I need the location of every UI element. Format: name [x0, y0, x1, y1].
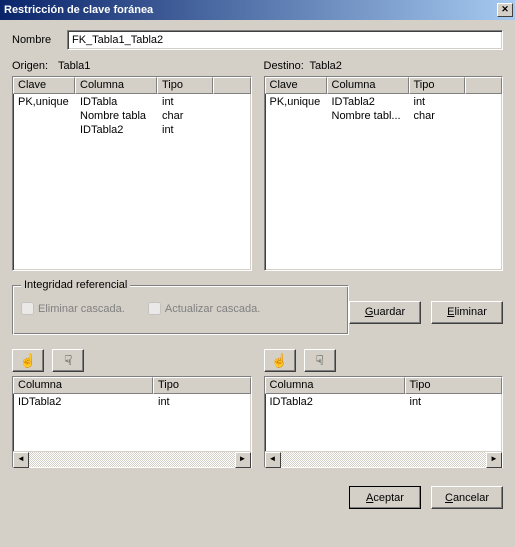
dest-selected-listview[interactable]: Columna Tipo IDTabla2 int ◄ ►: [264, 376, 504, 468]
h-scrollbar[interactable]: ◄ ►: [265, 451, 503, 467]
col-clave[interactable]: Clave: [265, 77, 327, 94]
delete-cascade-checkbox: Eliminar cascada.: [21, 302, 125, 315]
dest-panel: Destino: Tabla2 Clave Columna Tipo PK,un…: [264, 60, 504, 271]
add-origin-column-button[interactable]: ☝: [12, 349, 44, 372]
scroll-right-button[interactable]: ►: [486, 452, 502, 468]
name-row: Nombre: [12, 30, 503, 50]
hand-down-icon: ☟: [315, 353, 323, 369]
scroll-left-button[interactable]: ◄: [13, 452, 29, 468]
save-button[interactable]: Guardar: [349, 301, 421, 324]
dest-value: Tabla2: [310, 60, 342, 72]
add-dest-column-button[interactable]: ☝: [264, 349, 296, 372]
scroll-track[interactable]: [29, 452, 235, 467]
name-input[interactable]: [67, 30, 503, 50]
col-tipo[interactable]: Tipo: [157, 77, 213, 94]
integrity-groupbox: Integridad referencial Eliminar cascada.…: [12, 285, 349, 335]
col-tipo[interactable]: Tipo: [153, 377, 251, 394]
integrity-legend: Integridad referencial: [21, 279, 130, 291]
dialog-footer: Aceptar Cancelar: [0, 476, 515, 519]
update-cascade-checkbox: Actualizar cascada.: [148, 302, 260, 315]
window-title: Restricción de clave foránea: [4, 4, 497, 16]
dialog-body: Nombre Origen: Tabla1 Clave Columna Tipo…: [0, 20, 515, 476]
hand-point-icon: ☝: [20, 353, 37, 369]
col-columna[interactable]: Columna: [265, 377, 405, 394]
col-columna[interactable]: Columna: [75, 77, 157, 94]
delete-button[interactable]: Eliminar: [431, 301, 503, 324]
col-tipo[interactable]: Tipo: [405, 377, 503, 394]
hand-point-icon: ☝: [271, 353, 288, 369]
title-bar: Restricción de clave foránea ✕: [0, 0, 515, 20]
dest-listview[interactable]: Clave Columna Tipo PK,unique IDTabla2 in…: [264, 76, 504, 271]
dest-list-header: Clave Columna Tipo: [265, 77, 503, 94]
origin-listview[interactable]: Clave Columna Tipo PK,unique IDTabla int…: [12, 76, 252, 271]
col-columna[interactable]: Columna: [13, 377, 153, 394]
col-fill: [213, 77, 251, 94]
delete-cascade-input: [21, 302, 34, 315]
list-item[interactable]: Nombre tabl... char: [265, 110, 503, 124]
dest-label: Destino:: [264, 60, 310, 72]
origin-value: Tabla1: [58, 60, 90, 72]
list-item[interactable]: PK,unique IDTabla int: [13, 96, 251, 110]
remove-dest-column-button[interactable]: ☟: [304, 349, 336, 372]
col-columna[interactable]: Columna: [327, 77, 409, 94]
h-scrollbar[interactable]: ◄ ►: [13, 451, 251, 467]
hand-down-icon: ☟: [64, 353, 72, 369]
scroll-left-button[interactable]: ◄: [265, 452, 281, 468]
accept-button[interactable]: Aceptar: [349, 486, 421, 509]
list-item[interactable]: IDTabla2 int: [13, 396, 251, 410]
origin-list-header: Clave Columna Tipo: [13, 77, 251, 94]
col-fill: [465, 77, 503, 94]
scroll-right-button[interactable]: ►: [235, 452, 251, 468]
list-item[interactable]: Nombre tabla char: [13, 110, 251, 124]
origin-selected-listview[interactable]: Columna Tipo IDTabla2 int ◄ ►: [12, 376, 252, 468]
col-clave[interactable]: Clave: [13, 77, 75, 94]
list-item[interactable]: IDTabla2 int: [265, 396, 503, 410]
scroll-track[interactable]: [281, 452, 487, 467]
close-button[interactable]: ✕: [497, 3, 513, 17]
cancel-button[interactable]: Cancelar: [431, 486, 503, 509]
col-tipo[interactable]: Tipo: [409, 77, 465, 94]
name-label: Nombre: [12, 34, 67, 46]
remove-origin-column-button[interactable]: ☟: [52, 349, 84, 372]
list-item[interactable]: PK,unique IDTabla2 int: [265, 96, 503, 110]
update-cascade-input: [148, 302, 161, 315]
list-item[interactable]: IDTabla2 int: [13, 124, 251, 138]
origin-panel: Origen: Tabla1 Clave Columna Tipo PK,uni…: [12, 60, 252, 271]
origin-label: Origen:: [12, 60, 58, 72]
